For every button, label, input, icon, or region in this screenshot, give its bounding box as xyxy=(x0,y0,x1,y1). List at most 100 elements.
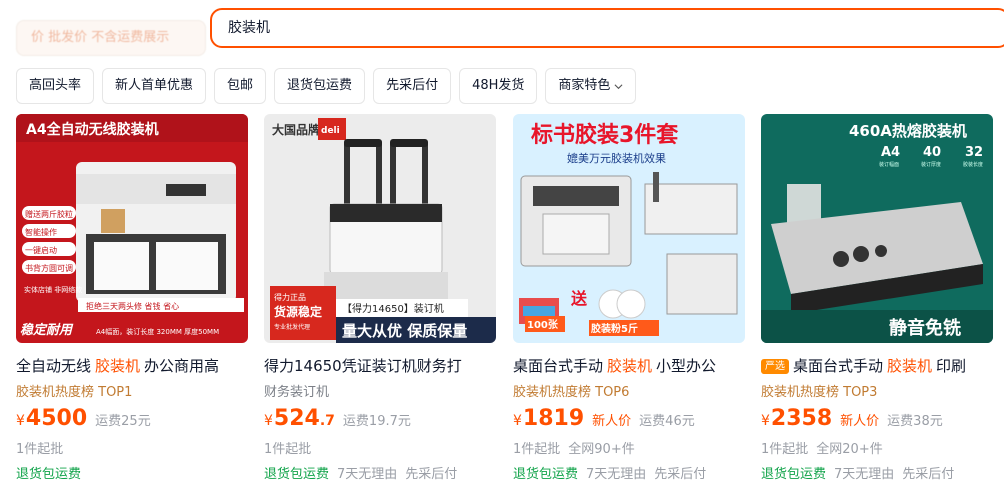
sales-count: 全网90+件 xyxy=(568,442,635,457)
shipping-fee: 运费38元 xyxy=(887,414,943,429)
min-order: 1件起批 xyxy=(16,442,64,457)
search-input[interactable]: 胶装机 xyxy=(210,8,1004,48)
svg-text:32: 32 xyxy=(965,145,983,160)
svg-text:实体店铺 非网络款: 实体店铺 非网络款 xyxy=(24,285,82,294)
price: ¥1819 xyxy=(513,406,585,431)
svg-text:货源稳定: 货源稳定 xyxy=(274,304,322,319)
product-title[interactable]: 全自动无线 胶装机 办公商用高 xyxy=(16,357,248,375)
chevron-down-icon xyxy=(614,83,623,89)
service-return-shipping: 退货包运费 xyxy=(513,467,579,482)
svg-text:deli: deli xyxy=(321,126,340,136)
min-order: 1件起批 xyxy=(264,442,312,457)
svg-text:大国品牌: 大国品牌 xyxy=(272,122,320,137)
svg-text:100张: 100张 xyxy=(527,318,559,331)
rank-label[interactable]: 胶装机热度榜 TOP6 xyxy=(513,381,745,400)
svg-text:胶装粉5斤: 胶装粉5斤 xyxy=(591,322,638,335)
filter-chips: 高回头率 新人首单优惠 包邮 退货包运费 先采后付 48H发货 商家特色 xyxy=(16,68,637,104)
chip-label: 商家特色 xyxy=(558,78,611,93)
title-text: 办公商用高 xyxy=(144,357,220,375)
svg-text:460A热熔胶装机: 460A热熔胶装机 xyxy=(849,122,967,140)
image-banner: A4全自动无线胶装机 xyxy=(26,121,159,138)
title-keyword: 胶装机 xyxy=(95,357,141,375)
price: ¥4500 xyxy=(16,406,88,431)
chip-label: 高回头率 xyxy=(29,78,82,93)
yanxuan-tag: 严选 xyxy=(761,358,789,374)
new-user-price-label: 新人价 xyxy=(592,414,632,429)
service-pay-later: 先采后付 xyxy=(654,467,707,482)
svg-text:赠送两斤胶粒: 赠送两斤胶粒 xyxy=(25,209,73,219)
chip-merchant-features[interactable]: 商家特色 xyxy=(545,68,637,104)
min-order: 1件起批 xyxy=(761,442,809,457)
price: ¥2358 xyxy=(761,406,833,431)
svg-text:量大从优 保质保量: 量大从优 保质保量 xyxy=(342,322,467,340)
svg-text:A4: A4 xyxy=(881,145,900,160)
rank-label[interactable]: 胶装机热度榜 TOP3 xyxy=(761,381,993,400)
product-image[interactable]: 标书胶装3件套 媲美万元胶装机效果 送 100张 胶装粉5斤 xyxy=(513,114,745,343)
product-title[interactable]: 得力14650凭证装订机财务打 xyxy=(264,357,496,375)
price: ¥524.7 xyxy=(264,406,335,431)
title-text: 桌面台式手动 xyxy=(793,357,884,375)
svg-text:静音免铣: 静音免铣 xyxy=(889,317,961,339)
svg-text:胶装长度: 胶装长度 xyxy=(963,161,983,168)
title-text: 印刷 xyxy=(936,357,967,375)
product-title[interactable]: 桌面台式手动 胶装机 小型办公 xyxy=(513,357,745,375)
title-text: 桌面台式手动 xyxy=(513,357,604,375)
product-image[interactable]: 大国品牌 deli 得力正品 货源稳定 专业批发代理 【得力14650】装订机 … xyxy=(264,114,496,343)
title-keyword: 胶装机 xyxy=(887,357,933,375)
svg-text:拒绝三天两头修 省钱 省心: 拒绝三天两头修 省钱 省心 xyxy=(86,301,179,311)
chip-newcomer-discount[interactable]: 新人首单优惠 xyxy=(102,68,207,104)
chip-buy-now-pay-later[interactable]: 先采后付 xyxy=(373,68,452,104)
sales-count: 全网20+件 xyxy=(816,442,883,457)
rank-label[interactable]: 胶装机热度榜 TOP1 xyxy=(16,381,248,400)
svg-text:【得力14650】装订机: 【得力14650】装订机 xyxy=(342,302,444,315)
chip-free-shipping[interactable]: 包邮 xyxy=(214,68,267,104)
shipping-fee: 运费46元 xyxy=(639,414,695,429)
service-return-shipping: 退货包运费 xyxy=(16,467,82,482)
product-image[interactable]: A4全自动无线胶装机 赠送两斤胶粒 智能操作 一键启动 书背方圆可调 实体店铺 … xyxy=(16,114,248,343)
svg-text:书背方圆可调: 书背方圆可调 xyxy=(25,263,73,273)
chip-label: 48H发货 xyxy=(472,78,525,93)
shipping-fee: 运费25元 xyxy=(95,414,151,429)
svg-text:40: 40 xyxy=(923,145,941,160)
min-order: 1件起批 xyxy=(513,442,561,457)
new-user-price-label: 新人价 xyxy=(840,414,880,429)
product-card[interactable]: 大国品牌 deli 得力正品 货源稳定 专业批发代理 【得力14650】装订机 … xyxy=(264,114,496,486)
product-card[interactable]: 标书胶装3件套 媲美万元胶装机效果 送 100张 胶装粉5斤 桌面台式手动 胶装机… xyxy=(513,114,745,486)
svg-text:一键启动: 一键启动 xyxy=(25,245,57,255)
product-title[interactable]: 严选 桌面台式手动 胶装机 印刷 xyxy=(761,357,993,375)
svg-text:媲美万元胶装机效果: 媲美万元胶装机效果 xyxy=(567,151,666,165)
price-filter[interactable]: 价 批发价 不含运费展示 xyxy=(16,20,206,56)
svg-text:专业批发代理: 专业批发代理 xyxy=(274,323,310,331)
product-image[interactable]: 460A热熔胶装机 A4 40 32 装订幅面 装订厚度 胶装长度 静音免铣 xyxy=(761,114,993,343)
service-pay-later: 先采后付 xyxy=(902,467,955,482)
chip-high-repurchase[interactable]: 高回头率 xyxy=(16,68,95,104)
title-text: 得力14650凭证装订机财务打 xyxy=(264,357,462,375)
chip-48h-shipping[interactable]: 48H发货 xyxy=(459,68,538,104)
shipping-fee: 运费19.7元 xyxy=(342,414,411,429)
chip-label: 退货包运费 xyxy=(287,78,353,93)
chip-label: 新人首单优惠 xyxy=(115,78,194,93)
chip-label: 先采后付 xyxy=(386,78,439,93)
service-7day-return: 7天无理由 xyxy=(337,467,398,482)
title-text: 小型办公 xyxy=(656,357,717,375)
chip-return-shipping[interactable]: 退货包运费 xyxy=(274,68,366,104)
svg-text:装订厚度: 装订厚度 xyxy=(921,161,941,168)
product-card[interactable]: A4全自动无线胶装机 赠送两斤胶粒 智能操作 一键启动 书背方圆可调 实体店铺 … xyxy=(16,114,248,486)
category-label[interactable]: 财务装订机 xyxy=(264,381,496,400)
svg-text:A4幅面，装订长度 320MM 厚度50MM: A4幅面，装订长度 320MM 厚度50MM xyxy=(96,327,219,336)
service-return-shipping: 退货包运费 xyxy=(761,467,827,482)
svg-text:装订幅面: 装订幅面 xyxy=(879,161,899,168)
svg-text:标书胶装3件套: 标书胶装3件套 xyxy=(531,122,678,148)
svg-text:智能操作: 智能操作 xyxy=(25,227,57,237)
service-pay-later: 先采后付 xyxy=(405,467,458,482)
title-keyword: 胶装机 xyxy=(607,357,653,375)
service-7day-return: 7天无理由 xyxy=(834,467,895,482)
product-card[interactable]: 460A热熔胶装机 A4 40 32 装订幅面 装订厚度 胶装长度 静音免铣 严… xyxy=(761,114,993,486)
chip-label: 包邮 xyxy=(227,78,254,93)
svg-text:得力正品: 得力正品 xyxy=(274,292,306,302)
svg-text:送: 送 xyxy=(570,289,588,308)
title-text: 全自动无线 xyxy=(16,357,92,375)
service-7day-return: 7天无理由 xyxy=(586,467,647,482)
service-return-shipping: 退货包运费 xyxy=(264,467,330,482)
svg-text:稳定耐用: 稳定耐用 xyxy=(20,322,74,338)
